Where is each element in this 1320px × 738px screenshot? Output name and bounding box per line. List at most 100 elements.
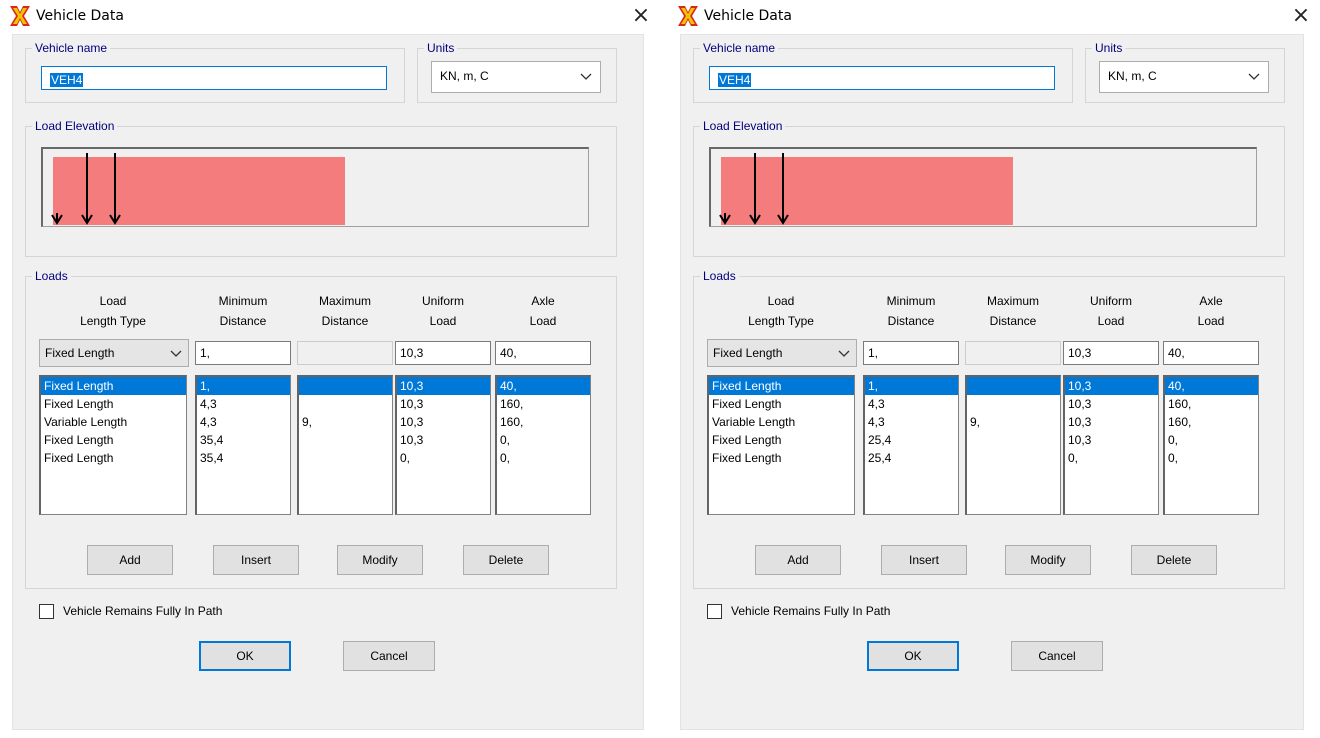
app-x-icon (10, 6, 30, 26)
max-list[interactable]: 9, (965, 375, 1061, 515)
list-item[interactable]: Fixed Length (41, 377, 186, 395)
list-item[interactable] (299, 377, 392, 395)
window-title: Vehicle Data (36, 8, 124, 24)
list-item[interactable]: 0, (497, 431, 590, 449)
load-type-select[interactable]: Fixed Length (39, 339, 189, 367)
min-list[interactable]: 1, 4,3 4,3 35,4 35,4 (195, 375, 291, 515)
list-item[interactable]: 10,3 (1065, 431, 1158, 449)
uniform-input[interactable]: 10,3 (395, 341, 491, 365)
insert-button[interactable]: Insert (881, 545, 967, 575)
fully-in-path-checkbox[interactable] (707, 604, 722, 619)
list-item[interactable]: 10,3 (397, 377, 490, 395)
list-item[interactable]: 4,3 (197, 413, 290, 431)
list-item[interactable] (967, 377, 1060, 395)
list-item[interactable]: Fixed Length (709, 395, 854, 413)
dialog-body: Vehicle name VEH4 Units KN, m, C Load Elevat… (12, 34, 644, 730)
close-button[interactable]: × (1288, 4, 1314, 30)
uniform-load-block (721, 157, 1013, 225)
uniform-input[interactable]: 10,3 (1063, 341, 1159, 365)
list-item[interactable]: 10,3 (397, 413, 490, 431)
max-input (965, 341, 1061, 365)
uniform-load-block (53, 157, 345, 225)
list-item[interactable]: 160, (1165, 413, 1258, 431)
column-header-uniform: Uniform Load (421, 294, 464, 328)
list-item[interactable]: Fixed Length (709, 449, 854, 467)
list-item[interactable]: 0, (1165, 431, 1258, 449)
units-value: KN, m, C (440, 69, 489, 83)
min-input[interactable]: 1, (195, 341, 291, 365)
list-item[interactable]: 25,4 (865, 449, 958, 467)
list-item[interactable] (299, 395, 392, 413)
modify-button[interactable]: Modify (337, 545, 423, 575)
delete-button[interactable]: Delete (1131, 545, 1217, 575)
units-select[interactable]: KN, m, C (1099, 61, 1269, 93)
add-button[interactable]: Add (87, 545, 173, 575)
list-item[interactable]: 10,3 (397, 395, 490, 413)
units-label: Units (1095, 41, 1123, 55)
add-button[interactable]: Add (755, 545, 841, 575)
list-item[interactable]: 9, (299, 413, 392, 431)
axle-list[interactable]: 40, 160, 160, 0, 0, (495, 375, 591, 515)
list-item[interactable]: 4,3 (865, 395, 958, 413)
uniform-list[interactable]: 10,3 10,3 10,3 10,3 0, (1063, 375, 1159, 515)
list-item[interactable]: 160, (497, 413, 590, 431)
axle-list[interactable]: 40, 160, 160, 0, 0, (1163, 375, 1259, 515)
list-item[interactable]: 35,4 (197, 431, 290, 449)
list-item[interactable]: 1, (865, 377, 958, 395)
units-select[interactable]: KN, m, C (431, 61, 601, 93)
load-type-select[interactable]: Fixed Length (707, 339, 857, 367)
list-item[interactable]: Fixed Length (41, 395, 186, 413)
max-list[interactable]: 9, (297, 375, 393, 515)
close-button[interactable]: × (628, 4, 654, 30)
list-item[interactable]: 1, (197, 377, 290, 395)
list-item[interactable]: 4,3 (197, 395, 290, 413)
chevron-down-icon (838, 347, 850, 362)
list-item[interactable]: 25,4 (865, 431, 958, 449)
list-item[interactable] (967, 431, 1060, 449)
list-item[interactable]: 0, (397, 449, 490, 467)
ok-button[interactable]: OK (867, 641, 959, 671)
vehicle-name-input[interactable]: VEH4 (709, 66, 1055, 90)
list-item[interactable]: 40, (497, 377, 590, 395)
list-item[interactable]: 10,3 (1065, 395, 1158, 413)
cancel-button[interactable]: Cancel (1011, 641, 1103, 671)
type-list[interactable]: Fixed Length Fixed Length Variable Length F… (707, 375, 855, 515)
list-item[interactable]: Variable Length (709, 413, 854, 431)
list-item[interactable]: 35,4 (197, 449, 290, 467)
list-item[interactable]: 9, (967, 413, 1060, 431)
list-item[interactable]: Fixed Length (41, 431, 186, 449)
axle-input[interactable]: 40, (1163, 341, 1259, 365)
list-item[interactable]: 10,3 (1065, 377, 1158, 395)
list-item[interactable]: 10,3 (1065, 413, 1158, 431)
modify-button[interactable]: Modify (1005, 545, 1091, 575)
cancel-button[interactable]: Cancel (343, 641, 435, 671)
list-item[interactable]: 0, (1165, 449, 1258, 467)
column-header-axle: Axle Load (529, 294, 557, 328)
list-item[interactable]: 40, (1165, 377, 1258, 395)
list-item[interactable] (967, 449, 1060, 467)
vehicle-name-input[interactable]: VEH4 (41, 66, 387, 90)
list-item[interactable] (299, 431, 392, 449)
list-item[interactable]: 4,3 (865, 413, 958, 431)
uniform-list[interactable]: 10,3 10,3 10,3 10,3 0, (395, 375, 491, 515)
delete-button[interactable]: Delete (463, 545, 549, 575)
type-list[interactable]: Fixed Length Fixed Length Variable Length F… (39, 375, 187, 515)
ok-button[interactable]: OK (199, 641, 291, 671)
list-item[interactable]: 10,3 (397, 431, 490, 449)
list-item[interactable]: 160, (497, 395, 590, 413)
min-input[interactable]: 1, (863, 341, 959, 365)
list-item[interactable]: Fixed Length (41, 449, 186, 467)
list-item[interactable]: 0, (497, 449, 590, 467)
list-item[interactable] (967, 395, 1060, 413)
min-list[interactable]: 1, 4,3 4,3 25,4 25,4 (863, 375, 959, 515)
fully-in-path-checkbox[interactable] (39, 604, 54, 619)
list-item[interactable] (299, 449, 392, 467)
list-item[interactable]: 160, (1165, 395, 1258, 413)
list-item[interactable]: Variable Length (41, 413, 186, 431)
axle-input[interactable]: 40, (495, 341, 591, 365)
insert-button[interactable]: Insert (213, 545, 299, 575)
list-item[interactable]: 0, (1065, 449, 1158, 467)
list-item[interactable]: Fixed Length (709, 431, 854, 449)
title-bar: Vehicle Data × (668, 0, 1320, 34)
list-item[interactable]: Fixed Length (709, 377, 854, 395)
